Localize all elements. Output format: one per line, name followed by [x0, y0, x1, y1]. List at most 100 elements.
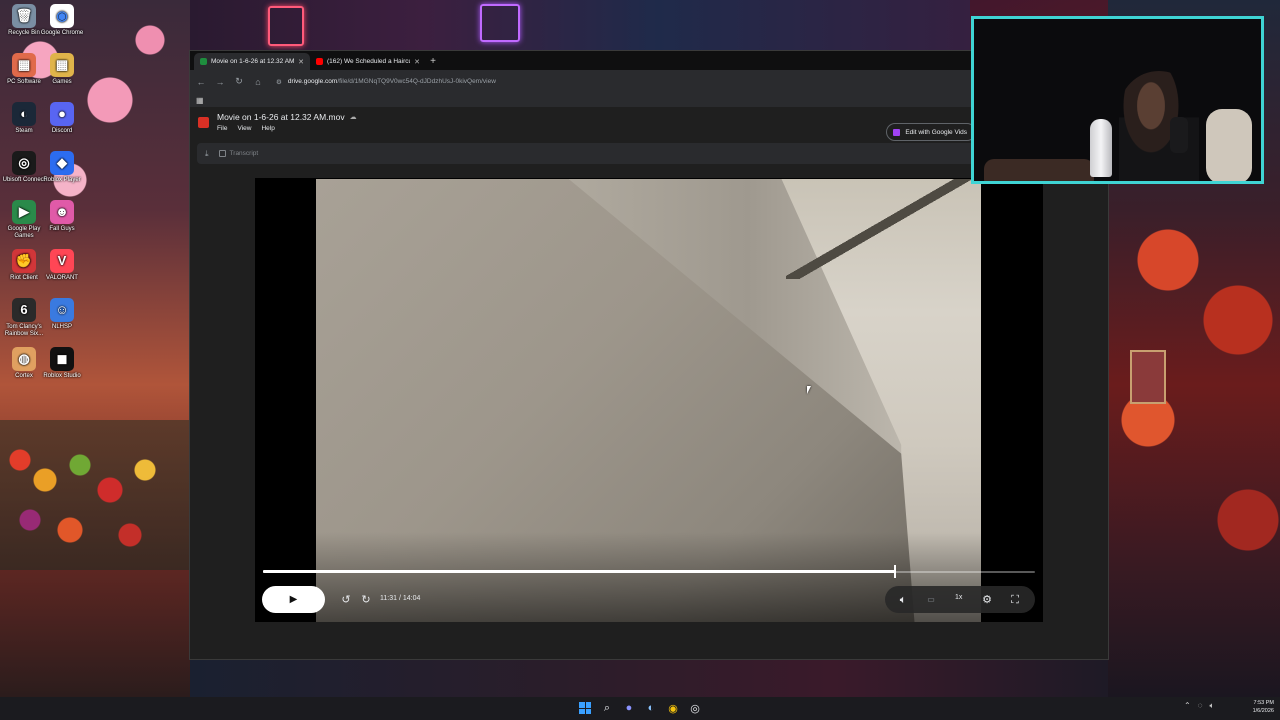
play-icon: ▶	[289, 594, 298, 605]
video-player[interactable]	[255, 178, 1043, 622]
windows-taskbar: ⌕ ● ◐ ◉ ◎ ⌃ ◌ 🔈︎ 7:53 PM 1/6/2026	[0, 697, 1280, 720]
app-glyph-icon: ◐	[12, 102, 36, 126]
network-icon[interactable]: ◌	[1198, 701, 1203, 711]
transcript-label: Transcript	[229, 150, 259, 157]
fullscreen-icon[interactable]: ⛶	[1008, 593, 1022, 607]
shared-icon: ☁	[349, 114, 357, 121]
desktop-icon-discord[interactable]: ● Discord	[40, 102, 84, 135]
close-tab-icon[interactable]: ✕	[414, 58, 420, 66]
app-glyph-icon: ◎	[12, 151, 36, 175]
chrome-taskbar-icon[interactable]: ◉	[665, 700, 681, 716]
desktop-icon-label: Games	[52, 79, 72, 85]
google-vids-icon	[893, 128, 901, 136]
current-time: 11:31	[380, 595, 397, 602]
search-icon[interactable]: ⌕	[599, 700, 615, 716]
transcript-button[interactable]: Transcript	[218, 150, 259, 157]
desktop-icon-roblox-studio[interactable]: ◼ Roblox Studio	[40, 347, 84, 380]
tab-drive-movie[interactable]: Movie on 1-6-26 at 12.32 AM.m ✕	[194, 53, 310, 70]
wallpaper-fruit-stand	[0, 420, 190, 570]
app-glyph-icon: ◆	[50, 151, 74, 175]
start-button[interactable]	[577, 700, 593, 716]
desktop-icon-label: PC Software	[7, 79, 41, 85]
volume-tray-icon[interactable]: 🔈︎	[1209, 701, 1214, 711]
desktop-icon-label: Riot Client	[10, 275, 38, 281]
menu-view[interactable]: View	[237, 125, 251, 132]
clock-time: 7:53 PM	[1253, 700, 1274, 706]
webcam-chair-pillow	[1206, 109, 1252, 181]
desktop-icon-label: Ubisoft Connect	[2, 177, 46, 183]
wallpaper-top-neon-street	[190, 0, 970, 52]
apps-grid-icon[interactable]: ▦	[196, 96, 204, 105]
time-display: 11:31 / 14:04	[380, 595, 420, 602]
forward-arrow-icon[interactable]: →	[215, 77, 225, 87]
home-icon[interactable]: ⌂	[253, 77, 263, 87]
settings-gear-icon[interactable]: ⚙	[980, 593, 994, 607]
seek-bar[interactable]	[263, 565, 1035, 578]
site-info-icon[interactable]: ⚙	[276, 78, 282, 86]
desktop-icon-label: Roblox Studio	[43, 373, 81, 379]
play-button[interactable]: ▶	[262, 586, 325, 613]
edit-with-google-vids-button[interactable]: Edit with Google Vids	[886, 123, 976, 141]
url-host: drive.google.com	[287, 78, 338, 85]
menu-file[interactable]: File	[217, 125, 227, 132]
video-file-icon	[198, 117, 209, 128]
app-glyph-icon: ◉	[50, 4, 74, 28]
transcript-icon	[218, 150, 226, 157]
preview-sub-toolbar: ⤓ Transcript	[197, 143, 977, 164]
desktop-icon-label: NLHSP	[51, 324, 72, 330]
video-controls-gradient	[316, 532, 981, 622]
taskbar-clock[interactable]: 7:53 PM 1/6/2026	[1240, 699, 1274, 715]
forward-10-icon[interactable]: ↻	[359, 593, 373, 607]
app-glyph-icon: V	[50, 249, 74, 273]
desktop-icon-label: Roblox Player	[43, 177, 81, 183]
mouse-cursor-icon	[807, 386, 811, 394]
rewind-10-icon[interactable]: ↺	[339, 593, 353, 607]
system-tray: ⌃ ◌ 🔈︎	[1184, 701, 1214, 711]
youtube-favicon-icon	[316, 58, 323, 65]
volume-icon[interactable]: 🔈︎	[896, 593, 910, 607]
desktop-icon-google-chrome[interactable]: ◉ Google Chrome	[40, 4, 84, 37]
desktop-icon-roblox-player[interactable]: ◆ Roblox Player	[40, 151, 84, 184]
seek-bar-thumb[interactable]	[894, 565, 896, 578]
file-title-row: Movie on 1-6-26 at 12.32 AM.mov ☁	[217, 112, 357, 122]
wallpaper-bottom-street	[190, 658, 1108, 700]
menu-help[interactable]: Help	[261, 125, 274, 132]
desktop-icon-label: Steam	[15, 128, 33, 134]
tab-youtube-video[interactable]: (162) We Scheduled a Haircut V ✕	[310, 53, 426, 70]
discord-taskbar-icon[interactable]: ●	[621, 700, 637, 716]
streamer-webcam-overlay	[971, 16, 1264, 184]
desktop-icon-label: VALORANT	[46, 275, 78, 281]
show-hidden-icons-chevron-icon[interactable]: ⌃	[1184, 701, 1191, 711]
new-tab-button[interactable]: +	[426, 53, 440, 70]
tab-title: (162) We Scheduled a Haircut V	[327, 58, 410, 65]
taskbar-pinned-apps: ⌕ ● ◐ ◉ ◎	[577, 700, 703, 716]
app-glyph-icon: ☺	[50, 298, 74, 322]
app-glyph-icon: ▦	[50, 53, 74, 77]
drive-menu-bar: File View Help	[217, 125, 275, 132]
captions-icon[interactable]: ▭	[924, 593, 938, 607]
back-arrow-icon[interactable]: ←	[196, 77, 206, 87]
close-tab-icon[interactable]: ✕	[298, 58, 304, 66]
app-glyph-icon: 6	[12, 298, 36, 322]
steam-taskbar-icon[interactable]: ◐	[643, 700, 659, 716]
desktop-icon-games[interactable]: ▦ Games	[40, 53, 84, 86]
desktop-icon-fall-guys[interactable]: ☻ Fall Guys	[40, 200, 84, 233]
video-frame[interactable]	[316, 179, 986, 622]
desktop-icon-label: Discord	[51, 128, 73, 134]
obs-taskbar-icon[interactable]: ◎	[687, 700, 703, 716]
neon-sign-icon	[480, 4, 520, 42]
desktop-icon-label: Cortex	[15, 373, 33, 379]
desktop-icon-valorant[interactable]: V VALORANT	[40, 249, 84, 282]
playback-speed-button[interactable]: 1x	[955, 594, 962, 601]
neon-sign-icon	[268, 6, 304, 46]
reload-icon[interactable]: ↻	[234, 76, 244, 87]
app-glyph-icon: ●	[50, 102, 74, 126]
windows-logo-icon	[579, 702, 591, 714]
desktop-icon-label: Recycle Bin	[8, 30, 40, 36]
download-icon[interactable]: ⤓	[205, 149, 209, 159]
desktop-icon-label: Fall Guys	[49, 226, 75, 232]
file-title: Movie on 1-6-26 at 12.32 AM.mov	[217, 112, 345, 122]
lantern-icon	[1130, 350, 1166, 404]
desktop-icon-label: Google Play Games	[7, 226, 41, 239]
desktop-icon-nlhsp[interactable]: ☺ NLHSP	[40, 298, 84, 331]
